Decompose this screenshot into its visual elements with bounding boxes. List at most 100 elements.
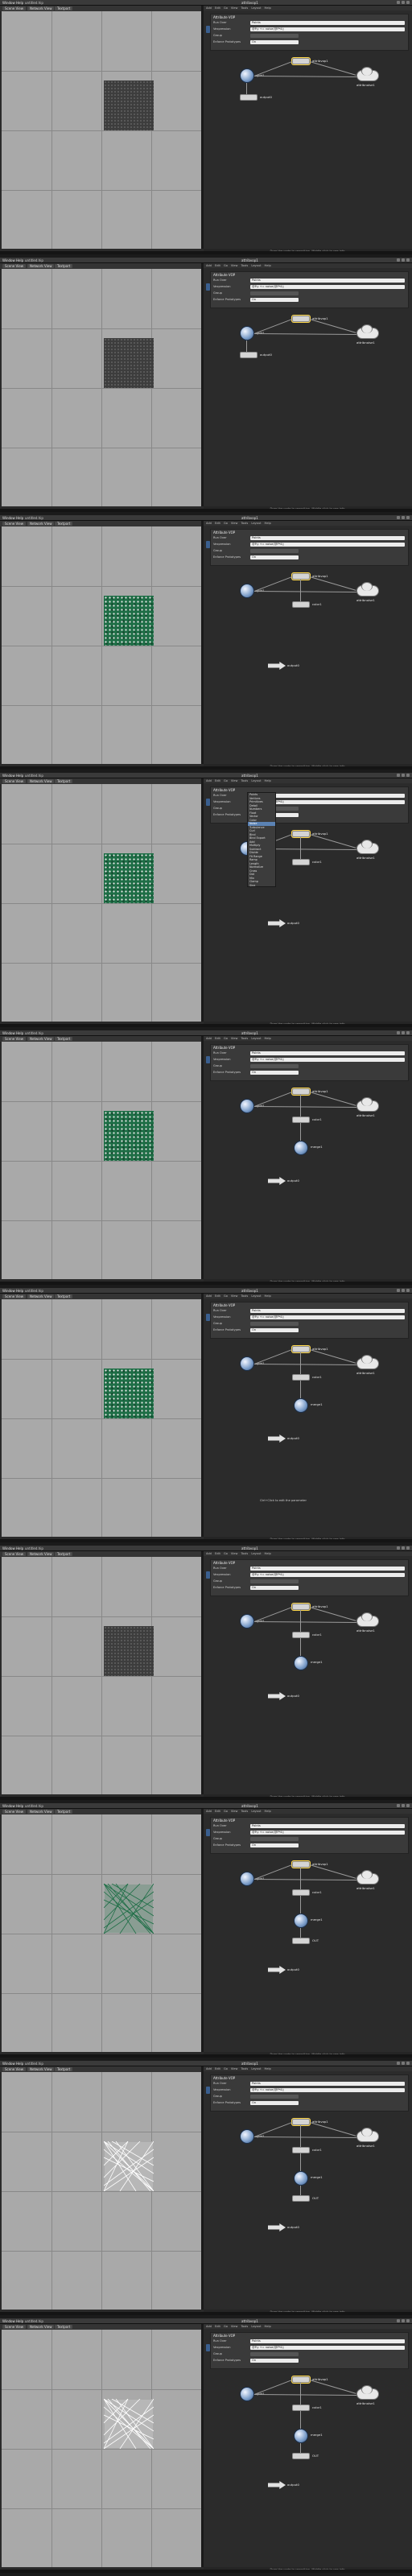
output-node[interactable] xyxy=(268,1177,286,1185)
attribvop-node[interactable] xyxy=(292,573,310,580)
network-menu-item[interactable]: View xyxy=(231,1037,238,1040)
network-menu-item[interactable]: Add xyxy=(206,264,212,267)
attribnoise-node[interactable] xyxy=(356,67,379,81)
window-control-icon[interactable] xyxy=(402,1546,405,1550)
network-menu-item[interactable]: Go xyxy=(224,1294,228,1298)
network-menu-item[interactable]: Tools xyxy=(241,522,248,525)
color-node[interactable] xyxy=(292,2405,310,2411)
network-menu-item[interactable]: Go xyxy=(224,779,228,782)
scene-viewport[interactable] xyxy=(2,2330,201,2567)
parameter-field[interactable]: Points xyxy=(250,21,405,25)
attribvop-node[interactable] xyxy=(292,316,310,322)
merge-node-icon[interactable] xyxy=(294,1141,308,1155)
viewport-tab[interactable]: Network View xyxy=(27,2067,55,2071)
window-control-icon[interactable] xyxy=(402,258,405,262)
network-menu-item[interactable]: Layout xyxy=(251,1810,261,1813)
attribnoise-node[interactable] xyxy=(356,1097,379,1112)
viewport-tab[interactable]: Textport xyxy=(55,2067,73,2071)
network-editor[interactable]: Add Edit Go View Tools Layout Help Attribute VO… xyxy=(204,2066,412,2310)
parameter-field[interactable]: Points xyxy=(250,2082,405,2086)
network-menu-item[interactable]: Tools xyxy=(241,779,248,782)
window-control-icon[interactable] xyxy=(397,258,400,262)
app-menu[interactable]: Window Help xyxy=(2,1,23,5)
null-node[interactable] xyxy=(292,1938,310,1944)
viewport-tab[interactable]: Scene View xyxy=(2,2067,26,2071)
merge-node-icon[interactable] xyxy=(294,1656,308,1670)
network-editor[interactable]: Add Edit Go View Tools Layout Help Attribute VO… xyxy=(204,1551,412,1794)
output-node[interactable] xyxy=(268,662,286,670)
parameter-field[interactable]: @P.y += noise(@P*4); xyxy=(250,1831,405,1835)
network-menu-item[interactable]: Add xyxy=(206,1294,212,1298)
color-node[interactable] xyxy=(292,2147,310,2153)
network-menu-item[interactable]: Tools xyxy=(241,2325,248,2328)
network-menu-item[interactable]: Tools xyxy=(241,6,248,10)
attribnoise-node[interactable] xyxy=(356,1612,379,1627)
app-menu[interactable]: Window Help xyxy=(2,2062,23,2066)
network-menu-item[interactable]: Go xyxy=(224,522,228,525)
network-menu-item[interactable]: Edit xyxy=(215,1294,220,1298)
window-control-icon[interactable] xyxy=(397,1546,400,1550)
network-menu-item[interactable]: View xyxy=(231,2325,238,2328)
color-node[interactable] xyxy=(292,1117,310,1123)
scene-viewport[interactable] xyxy=(2,1042,201,1279)
attribvop-node[interactable] xyxy=(292,2376,310,2383)
network-menu-item[interactable]: Layout xyxy=(251,522,261,525)
network-menu-item[interactable]: Tools xyxy=(241,2067,248,2070)
window-control-icon[interactable] xyxy=(402,1,405,4)
attribvop-node[interactable] xyxy=(292,831,310,837)
viewport-tab[interactable]: Scene View xyxy=(2,522,26,526)
network-menu-item[interactable]: Help xyxy=(265,1810,271,1813)
network-menu-item[interactable]: View xyxy=(231,522,238,525)
parameter-field[interactable]: On xyxy=(250,1586,299,1590)
viewport-tab[interactable]: Scene View xyxy=(2,1552,26,1556)
scene-viewport[interactable] xyxy=(2,11,201,249)
network-menu-item[interactable]: Go xyxy=(224,264,228,267)
network-menu-item[interactable]: Go xyxy=(224,2067,228,2070)
viewport-tab[interactable]: Scene View xyxy=(2,1037,26,1041)
network-menu-item[interactable]: View xyxy=(231,2067,238,2070)
grid-node-icon[interactable] xyxy=(240,584,254,598)
app-menu[interactable]: Window Help xyxy=(2,2319,23,2323)
network-menu-item[interactable]: View xyxy=(231,6,238,10)
network-menu-item[interactable]: Help xyxy=(265,779,271,782)
network-menu-item[interactable]: Add xyxy=(206,1810,212,1813)
network-menu-item[interactable]: Layout xyxy=(251,1552,261,1555)
parameter-field[interactable]: Points xyxy=(250,2339,405,2343)
viewport-tab[interactable]: Network View xyxy=(27,264,55,268)
network-menu-item[interactable]: Layout xyxy=(251,6,261,10)
network-menu-item[interactable]: Edit xyxy=(215,1037,220,1040)
viewport-tab[interactable]: Textport xyxy=(55,1037,73,1041)
color-node[interactable] xyxy=(292,1889,310,1896)
network-menu-item[interactable]: Add xyxy=(206,2325,212,2328)
parameter-field[interactable]: On xyxy=(250,1328,299,1332)
network-menu-item[interactable]: Edit xyxy=(215,779,220,782)
window-control-icon[interactable] xyxy=(406,516,410,519)
network-menu-item[interactable]: Add xyxy=(206,6,212,10)
window-control-icon[interactable] xyxy=(402,516,405,519)
network-menu-item[interactable]: Tools xyxy=(241,1810,248,1813)
viewport-tab[interactable]: Network View xyxy=(27,1294,55,1298)
network-menu-item[interactable]: Edit xyxy=(215,6,220,10)
network-menu-item[interactable]: Layout xyxy=(251,779,261,782)
parameter-field[interactable]: Points xyxy=(250,1567,405,1571)
parameter-field[interactable]: Points xyxy=(250,1824,405,1828)
parameter-field[interactable]: Points xyxy=(250,1309,405,1313)
color-node[interactable] xyxy=(292,1632,310,1638)
network-menu-item[interactable]: Add xyxy=(206,1552,212,1555)
network-menu-item[interactable]: Help xyxy=(265,6,271,10)
attribnoise-node[interactable] xyxy=(356,2385,379,2400)
parameter-field[interactable]: @P.y += noise(@P*4); xyxy=(250,2088,405,2092)
network-editor[interactable]: Add Edit Go View Tools Layout Help Attribute VO… xyxy=(204,521,412,764)
output-node[interactable] xyxy=(268,2481,286,2489)
app-menu[interactable]: Window Help xyxy=(2,516,23,520)
viewport-tab[interactable]: Textport xyxy=(55,6,73,10)
network-menu-item[interactable]: Go xyxy=(224,1037,228,1040)
merge-node-icon[interactable] xyxy=(294,2429,308,2443)
network-editor[interactable]: Add Edit Go View Tools Layout Help Attribute VO… xyxy=(204,1036,412,1279)
color-node[interactable] xyxy=(292,859,310,865)
parameter-field[interactable]: Points xyxy=(250,1051,405,1055)
window-control-icon[interactable] xyxy=(397,774,400,777)
viewport-tab[interactable]: Textport xyxy=(55,779,73,783)
attribvop-node[interactable] xyxy=(292,1088,310,1095)
parameter-field[interactable]: On xyxy=(250,2101,299,2105)
